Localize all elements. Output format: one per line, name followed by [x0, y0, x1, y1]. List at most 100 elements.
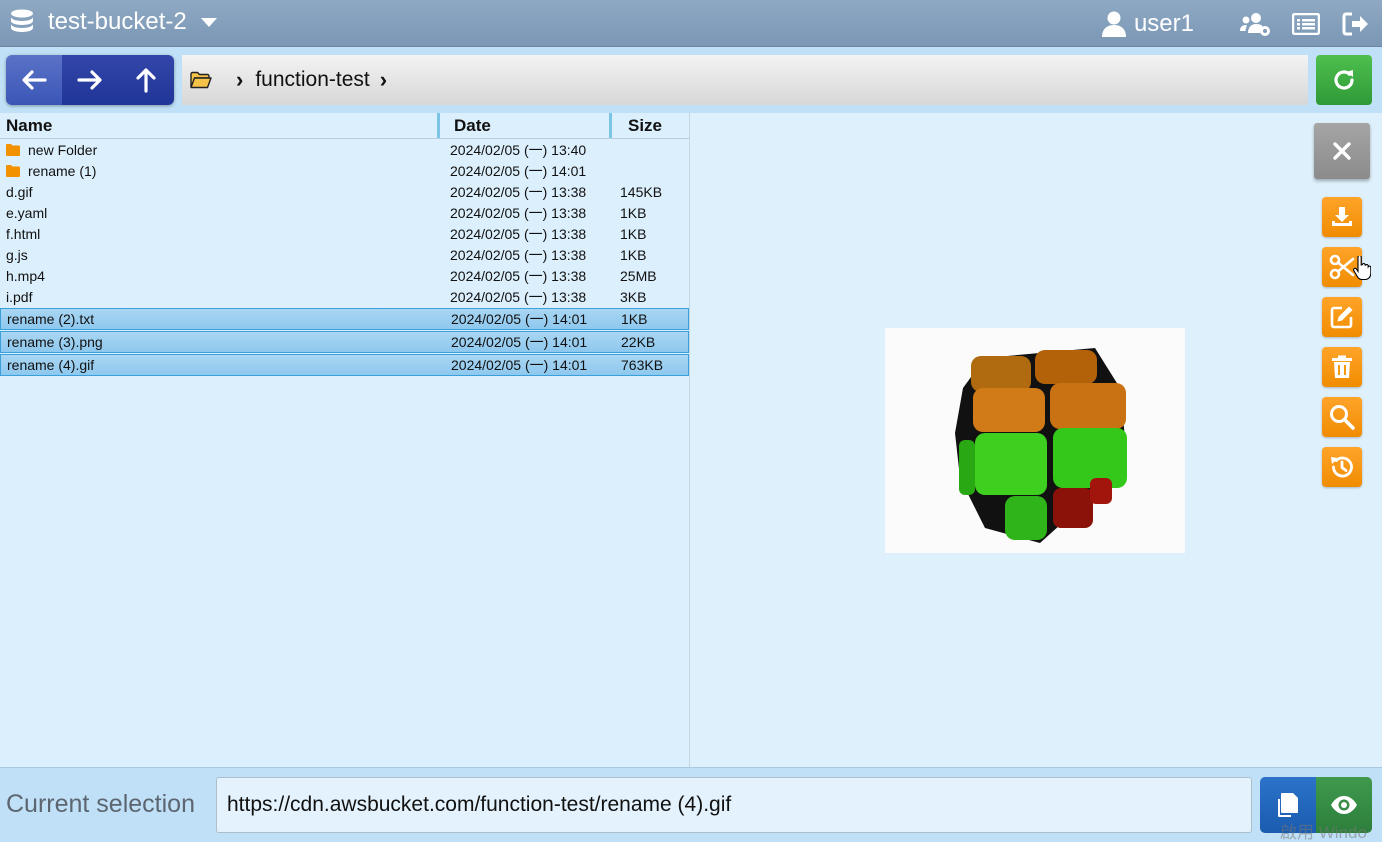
- logout-icon[interactable]: [1340, 8, 1372, 40]
- close-icon: [1333, 142, 1351, 160]
- delete-button[interactable]: [1322, 347, 1362, 387]
- list-icon[interactable]: [1290, 8, 1322, 40]
- row-size: 763KB: [621, 357, 664, 373]
- image-preview: [885, 328, 1185, 553]
- breadcrumb-folder[interactable]: function-test: [255, 68, 369, 92]
- breadcrumb: › function-test ›: [182, 55, 1308, 105]
- row-size: 1KB: [621, 311, 648, 327]
- row-size: 25MB: [620, 267, 657, 284]
- file-row[interactable]: rename (2).txt 2024/02/05 (一) 14:01 1KB: [0, 308, 689, 330]
- download-icon: [1332, 207, 1352, 226]
- file-row[interactable]: g.js 2024/02/05 (一) 13:38 1KB: [0, 244, 689, 265]
- preview-panel: [691, 113, 1382, 767]
- rubiks-cube-image: [955, 348, 1127, 543]
- file-row[interactable]: d.gif 2024/02/05 (一) 13:38 145KB: [0, 181, 689, 202]
- selection-url-field[interactable]: https://cdn.awsbucket.com/function-test/…: [216, 777, 1252, 833]
- trash-icon: [1332, 355, 1352, 378]
- activation-watermark: 啟用 Windo: [1280, 823, 1367, 842]
- row-name-cell: rename (4).gif: [1, 357, 444, 373]
- row-size: 22KB: [621, 334, 656, 350]
- edit-button[interactable]: [1322, 297, 1362, 337]
- row-size: 1KB: [620, 225, 647, 242]
- history-nav-group: [6, 55, 174, 105]
- column-date[interactable]: Date: [440, 113, 612, 138]
- eye-icon: [1331, 796, 1357, 814]
- arrow-right-icon: [77, 70, 102, 90]
- folder-icon: [6, 164, 20, 177]
- file-row[interactable]: rename (3).png 2024/02/05 (一) 14:01 22KB: [0, 331, 689, 353]
- row-name: d.gif: [6, 183, 33, 200]
- row-name: rename (3).png: [7, 334, 103, 350]
- row-size: 1KB: [620, 246, 647, 263]
- top-bar: test-bucket-2 user1: [0, 0, 1382, 47]
- row-name: h.mp4: [6, 267, 45, 284]
- file-row[interactable]: h.mp4 2024/02/05 (一) 13:38 25MB: [0, 265, 689, 286]
- row-name: i.pdf: [6, 288, 33, 305]
- folder-icon: [6, 143, 20, 156]
- row-name: rename (2).txt: [7, 311, 95, 327]
- close-preview-button[interactable]: [1314, 123, 1370, 179]
- database-icon: [11, 9, 33, 32]
- refresh-icon: [1334, 70, 1354, 90]
- up-button[interactable]: [118, 55, 174, 105]
- bucket-name: test-bucket-2: [48, 8, 187, 35]
- row-name-cell: f.html: [0, 226, 443, 242]
- row-size: 1KB: [620, 204, 647, 221]
- bottom-bar: Current selection https://cdn.awsbucket.…: [0, 767, 1382, 842]
- row-date: 2024/02/05 (一) 14:01: [451, 311, 588, 327]
- current-selection-label: Current selection: [6, 790, 195, 818]
- arrow-left-icon: [22, 70, 47, 90]
- row-date: 2024/02/05 (一) 13:38: [450, 246, 587, 263]
- row-size: 3KB: [620, 288, 647, 305]
- file-row[interactable]: rename (4).gif 2024/02/05 (一) 14:01 763KB: [0, 354, 689, 376]
- folder-open-icon[interactable]: [190, 71, 212, 89]
- bucket-selector[interactable]: test-bucket-2: [10, 8, 217, 36]
- history-button[interactable]: [1322, 447, 1362, 487]
- folder-row[interactable]: new Folder 2024/02/05 (一) 13:40: [0, 139, 689, 160]
- row-name: rename (4).gif: [7, 357, 95, 373]
- file-row[interactable]: e.yaml 2024/02/05 (一) 13:38 1KB: [0, 202, 689, 223]
- caret-down-icon[interactable]: [200, 17, 217, 27]
- chevron-right-icon: ›: [236, 67, 244, 92]
- row-date: 2024/02/05 (一) 14:01: [451, 334, 588, 350]
- row-date: 2024/02/05 (一) 13:38: [450, 183, 587, 200]
- edit-icon: [1330, 306, 1353, 329]
- folder-row[interactable]: rename (1) 2024/02/05 (一) 14:01: [0, 160, 689, 181]
- row-date: 2024/02/05 (一) 14:01: [450, 162, 587, 179]
- row-date: 2024/02/05 (一) 14:01: [451, 357, 588, 373]
- row-name-cell: i.pdf: [0, 289, 443, 305]
- row-name-cell: rename (3).png: [1, 334, 444, 350]
- row-name: e.yaml: [6, 204, 48, 221]
- row-date: 2024/02/05 (一) 13:38: [450, 225, 587, 242]
- search-button[interactable]: [1322, 397, 1362, 437]
- row-name: new Folder: [28, 141, 98, 158]
- arrow-up-icon: [136, 68, 156, 93]
- column-name[interactable]: Name: [0, 113, 440, 138]
- row-name-cell: d.gif: [0, 184, 443, 200]
- user-icon: [1101, 11, 1126, 37]
- users-gear-icon[interactable]: [1240, 8, 1272, 40]
- row-date: 2024/02/05 (一) 13:38: [450, 288, 587, 305]
- back-button[interactable]: [6, 55, 62, 105]
- forward-button[interactable]: [62, 55, 118, 105]
- file-row[interactable]: f.html 2024/02/05 (一) 13:38 1KB: [0, 223, 689, 244]
- row-size: 145KB: [620, 183, 663, 200]
- search-icon: [1330, 405, 1355, 430]
- download-button[interactable]: [1322, 197, 1362, 237]
- column-size[interactable]: Size: [612, 116, 689, 136]
- copy-icon: [1278, 793, 1298, 817]
- row-date: 2024/02/05 (一) 13:38: [450, 267, 587, 284]
- user-menu[interactable]: user1: [1101, 10, 1194, 38]
- table-header: Name Date Size: [0, 113, 689, 139]
- user-name: user1: [1133, 10, 1194, 37]
- row-date: 2024/02/05 (一) 13:40: [450, 141, 587, 158]
- refresh-button[interactable]: [1316, 55, 1372, 105]
- row-name-cell: rename (1): [0, 163, 443, 179]
- cut-icon: [1329, 254, 1355, 280]
- file-row[interactable]: i.pdf 2024/02/05 (一) 13:38 3KB: [0, 286, 689, 307]
- row-name-cell: new Folder: [0, 142, 443, 158]
- history-icon: [1331, 456, 1353, 478]
- row-name: rename (1): [28, 162, 97, 179]
- file-list: Name Date Size new Folder 2024/02/05 (一) …: [0, 113, 690, 767]
- chevron-right-icon[interactable]: ›: [380, 67, 387, 93]
